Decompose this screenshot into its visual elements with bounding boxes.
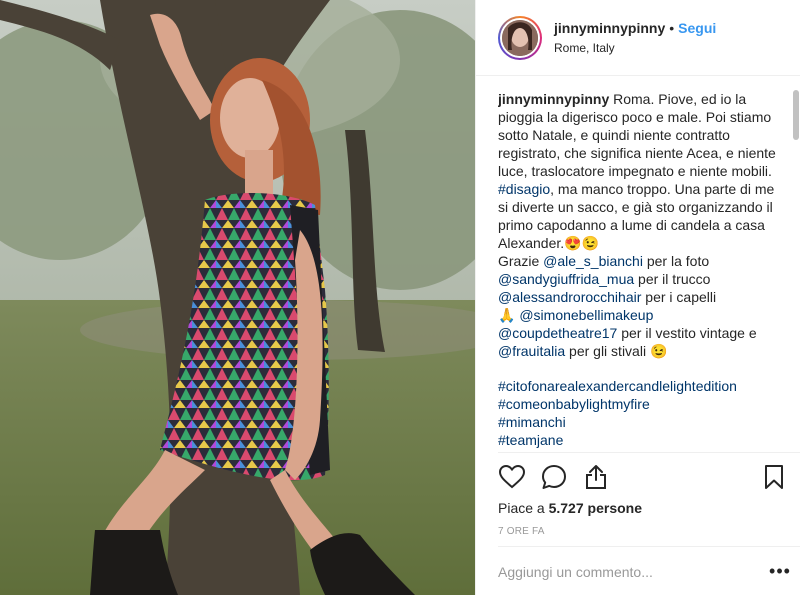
story-ring[interactable] (498, 15, 542, 60)
hashtag-link[interactable]: #disagio (498, 181, 550, 197)
separator-dot: • (669, 19, 675, 36)
credit-prefix: Grazie (498, 253, 540, 269)
credit-text: per la foto (646, 253, 710, 269)
hashtag-link[interactable]: # (498, 449, 778, 450)
share-icon[interactable] (582, 463, 610, 491)
hashtag-list: #citofonarealexandercandlelightedition #… (498, 377, 778, 450)
caption: jinnyminnypinny Roma. Piove, ed io la pi… (498, 90, 778, 360)
mention-link[interactable]: @sandygiuffrida_mua (498, 271, 634, 287)
header-username[interactable]: jinnyminnypinny (554, 20, 665, 36)
post-photo[interactable] (0, 0, 475, 595)
more-options-icon[interactable]: ••• (760, 561, 800, 582)
photo-illustration (0, 0, 475, 595)
caption-area: jinnyminnypinny Roma. Piove, ed io la pi… (498, 90, 778, 450)
location-link[interactable]: Rome, Italy (554, 39, 716, 57)
avatar (502, 19, 538, 56)
mention-link[interactable]: @alessandrorocchihair (498, 289, 641, 305)
credit-text: per il trucco (638, 271, 711, 287)
hashtag-link[interactable]: #citofonarealexandercandlelightedition (498, 377, 778, 395)
comment-icon[interactable] (540, 463, 568, 491)
hashtag-link[interactable]: #teamjane (498, 431, 778, 449)
mention-link[interactable]: @simonebellimakeup (519, 307, 653, 323)
credit-text: per gli stivali (569, 343, 647, 359)
hashtag-link[interactable]: #comeonbabylightmyfire (498, 395, 778, 413)
post-timestamp[interactable]: 7 ORE FA (498, 526, 545, 537)
post-side-panel: jinnyminnypinny • Segui Rome, Italy jinnym… (475, 0, 800, 595)
comments-scrollbar[interactable] (792, 90, 800, 452)
heart-icon[interactable] (498, 463, 526, 491)
avatar-image (502, 19, 538, 56)
comment-input[interactable] (498, 563, 760, 580)
emoji: 🙏 (498, 307, 516, 323)
likes-suffix: persone (587, 500, 642, 516)
mention-link[interactable]: @frauitalia (498, 343, 565, 359)
divider (498, 452, 800, 453)
mention-link[interactable]: @coupdetheatre17 (498, 325, 617, 341)
post-container: jinnyminnypinny • Segui Rome, Italy jinnym… (0, 0, 800, 595)
likes-count[interactable]: Piace a 5.727 persone (498, 500, 642, 516)
scrollbar-thumb[interactable] (793, 90, 799, 140)
bookmark-icon[interactable] (760, 463, 788, 491)
emoji: 😉 (649, 343, 668, 359)
hashtag-link[interactable]: #mimanchi (498, 413, 778, 431)
add-comment-row: ••• (498, 546, 800, 596)
credit-text: per i capelli (645, 289, 717, 305)
post-header: jinnyminnypinny • Segui Rome, Italy (476, 0, 800, 76)
emoji: 😍😉 (564, 235, 600, 251)
caption-username[interactable]: jinnyminnypinny (498, 91, 609, 107)
follow-button[interactable]: Segui (678, 20, 716, 36)
likes-number: 5.727 (548, 500, 584, 516)
mention-link[interactable]: @ale_s_bianchi (543, 253, 643, 269)
credit-text: per il vestito vintage e (621, 325, 757, 341)
action-bar (498, 462, 788, 492)
